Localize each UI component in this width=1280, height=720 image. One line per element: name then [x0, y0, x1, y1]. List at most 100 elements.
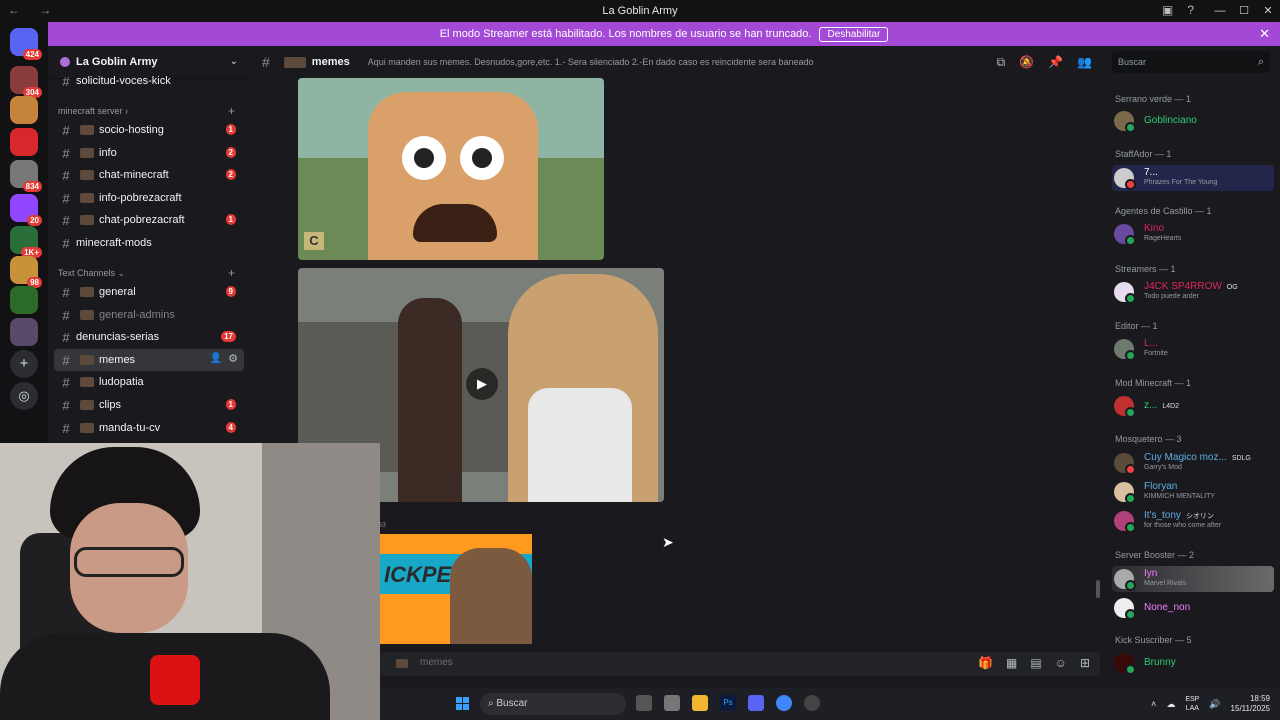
emoji-icon[interactable]: ☺	[1055, 656, 1067, 670]
scrollbar[interactable]	[1096, 580, 1100, 598]
channel-item[interactable]: # info-pobrezacraft	[54, 187, 244, 209]
close-window-button[interactable]: ✕	[1256, 0, 1280, 22]
windows-start-icon[interactable]	[456, 697, 470, 711]
category-header[interactable]: minecraft server › +	[58, 104, 235, 118]
channel-name: memes	[311, 56, 350, 68]
avatar	[1114, 282, 1136, 304]
member-item[interactable]: L... Fortnite	[1112, 336, 1274, 362]
member-item[interactable]: It's_tony シオリン for those who come after	[1112, 508, 1274, 534]
member-item[interactable]: z... L4D2	[1112, 393, 1274, 419]
meme-image[interactable]: C	[298, 78, 604, 260]
gif-icon[interactable]: ▦	[1006, 656, 1017, 670]
role-header: Streamers — 1	[1115, 264, 1176, 274]
language-indicator[interactable]: ESP LAA	[1185, 695, 1199, 713]
inbox-icon[interactable]: ▣	[1162, 3, 1173, 17]
taskbar-search[interactable]: ⌕ Buscar	[480, 693, 626, 715]
member-item[interactable]: None_non	[1112, 595, 1274, 621]
channel-item[interactable]: # chat-minecraft 2	[54, 164, 244, 186]
volume-icon[interactable]: 🔊	[1209, 699, 1220, 710]
channel-emoji-icon	[283, 56, 306, 68]
guild-tag: SDLG	[1231, 455, 1251, 462]
role-header: Agentes de Castillo — 1	[1115, 206, 1212, 216]
channel-item[interactable]: # socio-hosting 1	[54, 119, 244, 141]
photoshop-icon[interactable]: Ps	[720, 695, 736, 711]
hash-icon: #	[62, 73, 70, 89]
member-item[interactable]: Kino RageHearts	[1112, 221, 1274, 247]
discord-icon[interactable]	[748, 695, 764, 711]
member-list-icon[interactable]: 👥	[1077, 55, 1092, 70]
disable-streamer-button[interactable]: Deshabilitar	[819, 26, 889, 42]
member-item[interactable]: Goblinciano	[1112, 108, 1274, 134]
gift-icon[interactable]: 🎁	[978, 656, 993, 670]
server-icon[interactable]	[10, 318, 38, 346]
member-item[interactable]: Iyn Marvel Rivals	[1112, 566, 1274, 592]
member-item[interactable]: Cuy Magico moz... SDLG Garry's Mod	[1112, 450, 1274, 476]
guild-icon	[60, 57, 70, 67]
invite-icon[interactable]: 👤	[210, 353, 222, 364]
cloud-icon[interactable]: ☁	[1166, 699, 1175, 710]
chrome-icon[interactable]	[776, 695, 792, 711]
channel-item[interactable]: # manda-tu-cv 4	[54, 417, 244, 439]
channel-emoji-icon	[80, 193, 94, 203]
channel-topic[interactable]: Aqui manden sus memes. Desnudos,gore,etc…	[368, 57, 814, 67]
avatar	[1114, 511, 1136, 533]
app-icon[interactable]	[664, 695, 680, 711]
maximize-button[interactable]: ☐	[1232, 0, 1256, 22]
channel-item[interactable]: # minecraft-mods	[54, 232, 244, 254]
member-list: Serrano verde — 1 Goblinciano StaffAdor …	[1102, 78, 1280, 720]
help-icon[interactable]: ?	[1187, 3, 1194, 17]
meme-thumbnail[interactable]: ICKPERU	[380, 534, 532, 644]
chevron-up-icon[interactable]: ˄	[1151, 699, 1156, 709]
channel-item[interactable]: # solicitud-voces-kick	[54, 70, 244, 92]
search-input[interactable]: Buscar ⌕	[1112, 51, 1270, 73]
close-icon[interactable]: ✕	[1259, 26, 1270, 42]
play-icon[interactable]: ▶	[466, 368, 498, 400]
category-header[interactable]: Text Channels ⌄ +	[58, 266, 235, 280]
channel-emoji-icon	[80, 170, 94, 180]
member-item[interactable]: 7... Phrazes For The Young	[1112, 165, 1274, 191]
banner-text: El modo Streamer está habilitado. Los no…	[439, 28, 812, 40]
title-bar: ← → La Goblin Army ▣? — ☐ ✕	[0, 0, 1280, 22]
streamer-mode-banner: El modo Streamer está habilitado. Los no…	[48, 22, 1280, 46]
member-item[interactable]: Brunny	[1112, 650, 1274, 676]
task-view-icon[interactable]	[636, 695, 652, 711]
add-channel-icon[interactable]: +	[228, 266, 235, 280]
server-icon[interactable]: 20	[10, 194, 42, 226]
gear-icon[interactable]: ⚙	[228, 352, 238, 365]
avatar	[1114, 453, 1136, 475]
file-explorer-icon[interactable]	[692, 695, 708, 711]
server-icon[interactable]: 304	[10, 66, 42, 98]
member-item[interactable]: Floryan KIMMICH MENTALITY	[1112, 479, 1274, 505]
channel-item[interactable]: # general-admins	[54, 304, 244, 326]
server-icon[interactable]	[10, 286, 38, 314]
channel-emoji-icon	[80, 148, 94, 158]
guild-tag: シオリン	[1185, 513, 1214, 520]
pin-icon[interactable]: 📌	[1048, 55, 1063, 70]
home-button[interactable]: 424	[10, 28, 42, 60]
add-channel-icon[interactable]: +	[228, 104, 235, 118]
channel-item[interactable]: # denuncias-serias 17	[54, 326, 244, 348]
threads-icon[interactable]: ⧉	[997, 55, 1006, 70]
minimize-button[interactable]: —	[1208, 0, 1232, 22]
discover-icon[interactable]: ◎	[10, 382, 38, 410]
sticker-icon[interactable]: ▤	[1030, 656, 1041, 670]
channel-item[interactable]: # chat-pobrezacraft 1	[54, 209, 244, 231]
channel-item[interactable]: # info 2	[54, 142, 244, 164]
channel-emoji-icon	[80, 310, 94, 320]
obs-icon[interactable]	[804, 695, 820, 711]
channel-item-selected[interactable]: # memes 👤 ⚙	[54, 349, 244, 371]
channel-item[interactable]: # ludopatia	[54, 371, 244, 393]
mute-bell-icon[interactable]: 🔕	[1019, 55, 1034, 70]
server-icon[interactable]: 98	[10, 256, 42, 288]
channel-item[interactable]: # general 9	[54, 281, 244, 303]
role-header: StaffAdor — 1	[1115, 149, 1172, 159]
clock[interactable]: 18:59 15/11/2025	[1231, 694, 1270, 714]
member-item[interactable]: J4CK SP4RROW OG Todo puede arder	[1112, 279, 1274, 305]
apps-icon[interactable]: ⊞	[1080, 656, 1090, 670]
server-icon[interactable]: 834	[10, 160, 42, 192]
server-icon[interactable]	[10, 128, 38, 156]
channel-item[interactable]: # clips 1	[54, 394, 244, 416]
server-icon[interactable]: 1K+	[10, 226, 42, 258]
add-server-icon[interactable]: +	[10, 350, 38, 378]
server-icon[interactable]	[10, 96, 38, 124]
